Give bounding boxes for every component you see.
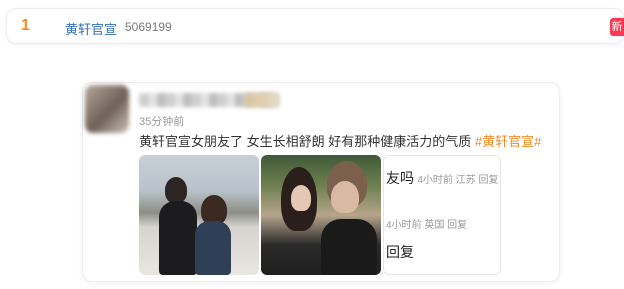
photo-figure xyxy=(291,185,311,211)
hashtag-link[interactable]: #黄轩官宣# xyxy=(475,134,541,149)
weibo-post-card: 35分钟前 黄轩官宣女朋友了 女生长相舒朗 好有那种健康活力的气质 #黄轩官宣#… xyxy=(82,82,560,282)
comment-meta[interactable]: 4小时前 江苏 回复 xyxy=(417,175,498,186)
photo-figure xyxy=(321,219,377,275)
photo-figure xyxy=(195,221,231,275)
post-photo-2[interactable] xyxy=(261,155,381,275)
heat-count: 5069199 xyxy=(125,20,172,34)
post-body: 黄轩官宣女朋友了 女生长相舒朗 好有那种健康活力的气质 #黄轩官宣# xyxy=(139,131,541,150)
avatar[interactable] xyxy=(85,85,129,133)
photo-figure xyxy=(331,181,359,213)
comment-line: 友吗 4小时前 江苏 回复 xyxy=(386,168,498,188)
comment-line: 4小时前 英国 回复 xyxy=(386,216,467,231)
rank-number: 1 xyxy=(21,17,30,34)
new-badge: 新 xyxy=(610,18,624,36)
photo-figure xyxy=(165,177,187,203)
comment-meta[interactable]: 4小时前 英国 回复 xyxy=(386,220,467,231)
reply-button[interactable]: 回复 xyxy=(386,242,414,262)
user-badge-blurred xyxy=(245,93,279,107)
post-photo-1[interactable] xyxy=(139,155,259,275)
post-text: 黄轩官宣女朋友了 女生长相舒朗 好有那种健康活力的气质 xyxy=(139,134,475,149)
comment-snippet-overlay: 友吗 4小时前 江苏 回复 4小时前 英国 回复 回复 xyxy=(383,155,501,275)
trending-topic-link[interactable]: 黄轩官宣 xyxy=(65,19,117,38)
photo-figure xyxy=(159,201,197,275)
post-timestamp: 35分钟前 xyxy=(139,116,185,128)
comment-text: 友吗 xyxy=(386,170,414,186)
hot-search-row[interactable]: 1 黄轩官宣 5069199 新 xyxy=(6,8,624,44)
